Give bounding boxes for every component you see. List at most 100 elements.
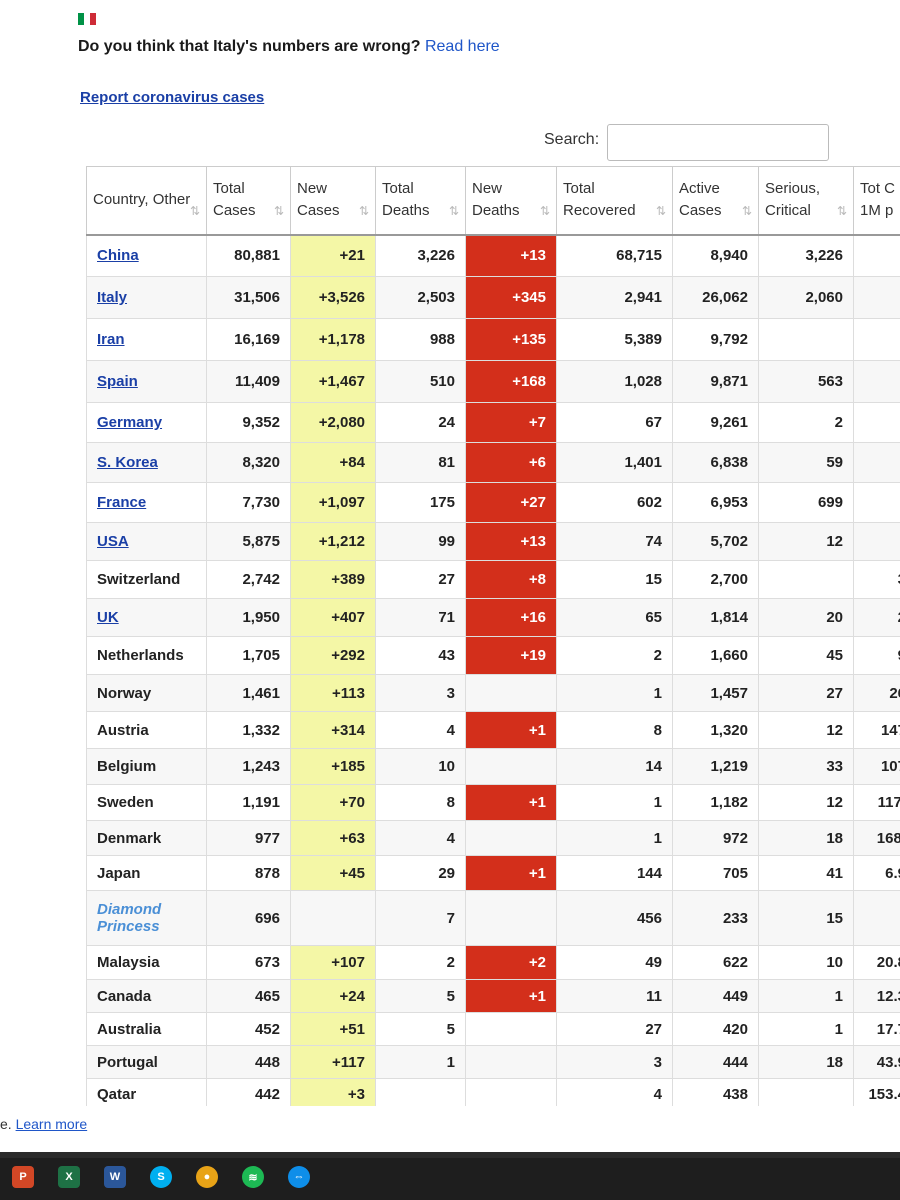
- country-cell[interactable]: S. Korea: [86, 442, 207, 483]
- sort-icon[interactable]: ⇅: [449, 200, 459, 222]
- country-cell[interactable]: UK: [86, 598, 207, 637]
- country-link[interactable]: S. Korea: [97, 454, 158, 471]
- total-recovered-cell: 67: [556, 402, 673, 443]
- total-cases-cell: 7,730: [206, 482, 291, 523]
- table-row: Spain 11,409 +1,467 510 +168 1,028 9,871 563: [86, 360, 900, 403]
- column-header[interactable]: Total Cases ⇅: [206, 166, 291, 236]
- column-header[interactable]: Total Deaths ⇅: [375, 166, 466, 236]
- country-name: Diamond Princess: [97, 901, 162, 935]
- total-recovered-cell: 602: [556, 482, 673, 523]
- active-cases-cell: 26,062: [672, 276, 759, 319]
- sort-icon[interactable]: ⇅: [274, 200, 284, 222]
- country-cell[interactable]: France: [86, 482, 207, 523]
- serious-critical-cell: 1: [758, 979, 854, 1013]
- spotify-icon[interactable]: ≋: [242, 1166, 264, 1188]
- new-cases-cell: +1,467: [290, 360, 376, 403]
- country-cell: Malaysia: [86, 945, 207, 980]
- column-header[interactable]: Serious, Critical ⇅: [758, 166, 854, 236]
- table-row: Australia 452+515 27420117.7: [86, 1012, 900, 1046]
- total-deaths-cell: [375, 1078, 466, 1106]
- active-cases-cell: 2,700: [672, 560, 759, 599]
- country-link[interactable]: France: [97, 494, 146, 511]
- sort-icon[interactable]: ⇅: [656, 200, 666, 222]
- serious-critical-cell: 59: [758, 442, 854, 483]
- column-header[interactable]: Tot C 1M p⇅: [853, 166, 900, 236]
- column-header-label: New Cases: [297, 180, 340, 220]
- serious-critical-cell: 20: [758, 598, 854, 637]
- country-cell: Norway: [86, 674, 207, 712]
- country-cell[interactable]: Germany: [86, 402, 207, 443]
- sort-icon[interactable]: ⇅: [540, 200, 550, 222]
- column-header-label: Total Deaths: [382, 180, 430, 220]
- new-cases-cell: +63: [290, 820, 376, 856]
- column-header[interactable]: Active Cases ⇅: [672, 166, 759, 236]
- teamviewer-icon[interactable]: ⇔: [288, 1166, 310, 1188]
- sort-icon[interactable]: ⇅: [742, 200, 752, 222]
- country-link[interactable]: Germany: [97, 414, 162, 431]
- column-header[interactable]: Country, Other ⇅: [86, 166, 207, 236]
- column-header-label: Total Cases: [213, 180, 256, 220]
- country-cell[interactable]: Iran: [86, 318, 207, 361]
- total-recovered-cell: 5,389: [556, 318, 673, 361]
- learn-more-line: e. Learn more: [0, 1116, 88, 1132]
- country-cell[interactable]: Spain: [86, 360, 207, 403]
- chrome-icon[interactable]: ●: [196, 1166, 218, 1188]
- sort-icon[interactable]: ⇅: [190, 200, 200, 222]
- sort-icon[interactable]: ⇅: [837, 200, 847, 222]
- serious-critical-cell: 699: [758, 482, 854, 523]
- country-link[interactable]: Iran: [97, 331, 125, 348]
- total-cases-cell: 878: [206, 855, 291, 891]
- country-cell[interactable]: Italy: [86, 276, 207, 319]
- column-header-label: Total Recovered: [563, 180, 636, 220]
- country-name: Qatar: [97, 1086, 137, 1103]
- search-input[interactable]: [607, 124, 829, 161]
- new-deaths-cell: +1: [465, 855, 557, 891]
- cases-table-container: Country, Other ⇅ Total Cases ⇅ New Cases ⇅ Tot…: [86, 166, 900, 1106]
- new-cases-cell: +407: [290, 598, 376, 637]
- country-cell: Australia: [86, 1012, 207, 1046]
- column-header[interactable]: Total Recovered ⇅: [556, 166, 673, 236]
- country-cell: Qatar: [86, 1078, 207, 1106]
- word-icon[interactable]: W: [104, 1166, 126, 1188]
- country-cell[interactable]: China: [86, 234, 207, 277]
- active-cases-cell: 9,261: [672, 402, 759, 443]
- new-cases-cell: +117: [290, 1045, 376, 1079]
- table-row: Germany 9,352 +2,080 24 +7 67 9,261 2: [86, 402, 900, 443]
- skype-icon[interactable]: S: [150, 1166, 172, 1188]
- country-link[interactable]: Italy: [97, 289, 127, 306]
- sort-icon[interactable]: ⇅: [359, 200, 369, 222]
- serious-critical-cell: 41: [758, 855, 854, 891]
- read-here-link[interactable]: Read here: [425, 38, 500, 55]
- active-cases-cell: 8,940: [672, 234, 759, 277]
- total-cases-cell: 80,881: [206, 234, 291, 277]
- total-recovered-cell: 1: [556, 820, 673, 856]
- powerpoint-icon[interactable]: P: [12, 1166, 34, 1188]
- total-deaths-cell: 43: [375, 636, 466, 675]
- total-recovered-cell: 2,941: [556, 276, 673, 319]
- country-link[interactable]: USA: [97, 533, 129, 550]
- excel-icon[interactable]: X: [58, 1166, 80, 1188]
- active-cases-cell: 9,792: [672, 318, 759, 361]
- total-cases-cell: 696: [206, 890, 291, 946]
- country-cell: Portugal: [86, 1045, 207, 1079]
- country-cell: Diamond Princess: [86, 890, 207, 946]
- country-name: Japan: [97, 864, 141, 882]
- new-cases-cell: +2,080: [290, 402, 376, 443]
- per-million-cell: 153.4: [853, 1078, 900, 1106]
- column-header[interactable]: New Deaths ⇅: [465, 166, 557, 236]
- table-row: Canada 465+245+111449112.3: [86, 979, 900, 1013]
- new-deaths-cell: +1: [465, 784, 557, 821]
- per-million-cell: 2: [853, 598, 900, 637]
- country-cell[interactable]: USA: [86, 522, 207, 561]
- per-million-cell: 6.9: [853, 855, 900, 891]
- country-link[interactable]: UK: [97, 609, 119, 626]
- country-link[interactable]: Spain: [97, 373, 138, 390]
- country-link[interactable]: China: [97, 247, 139, 264]
- total-recovered-cell: 49: [556, 945, 673, 980]
- column-header[interactable]: New Cases ⇅: [290, 166, 376, 236]
- total-deaths-cell: 5: [375, 979, 466, 1013]
- report-cases-link[interactable]: Report coronavirus cases: [80, 89, 264, 106]
- new-cases-cell: +24: [290, 979, 376, 1013]
- serious-critical-cell: 33: [758, 748, 854, 785]
- learn-more-link[interactable]: Learn more: [16, 1116, 88, 1132]
